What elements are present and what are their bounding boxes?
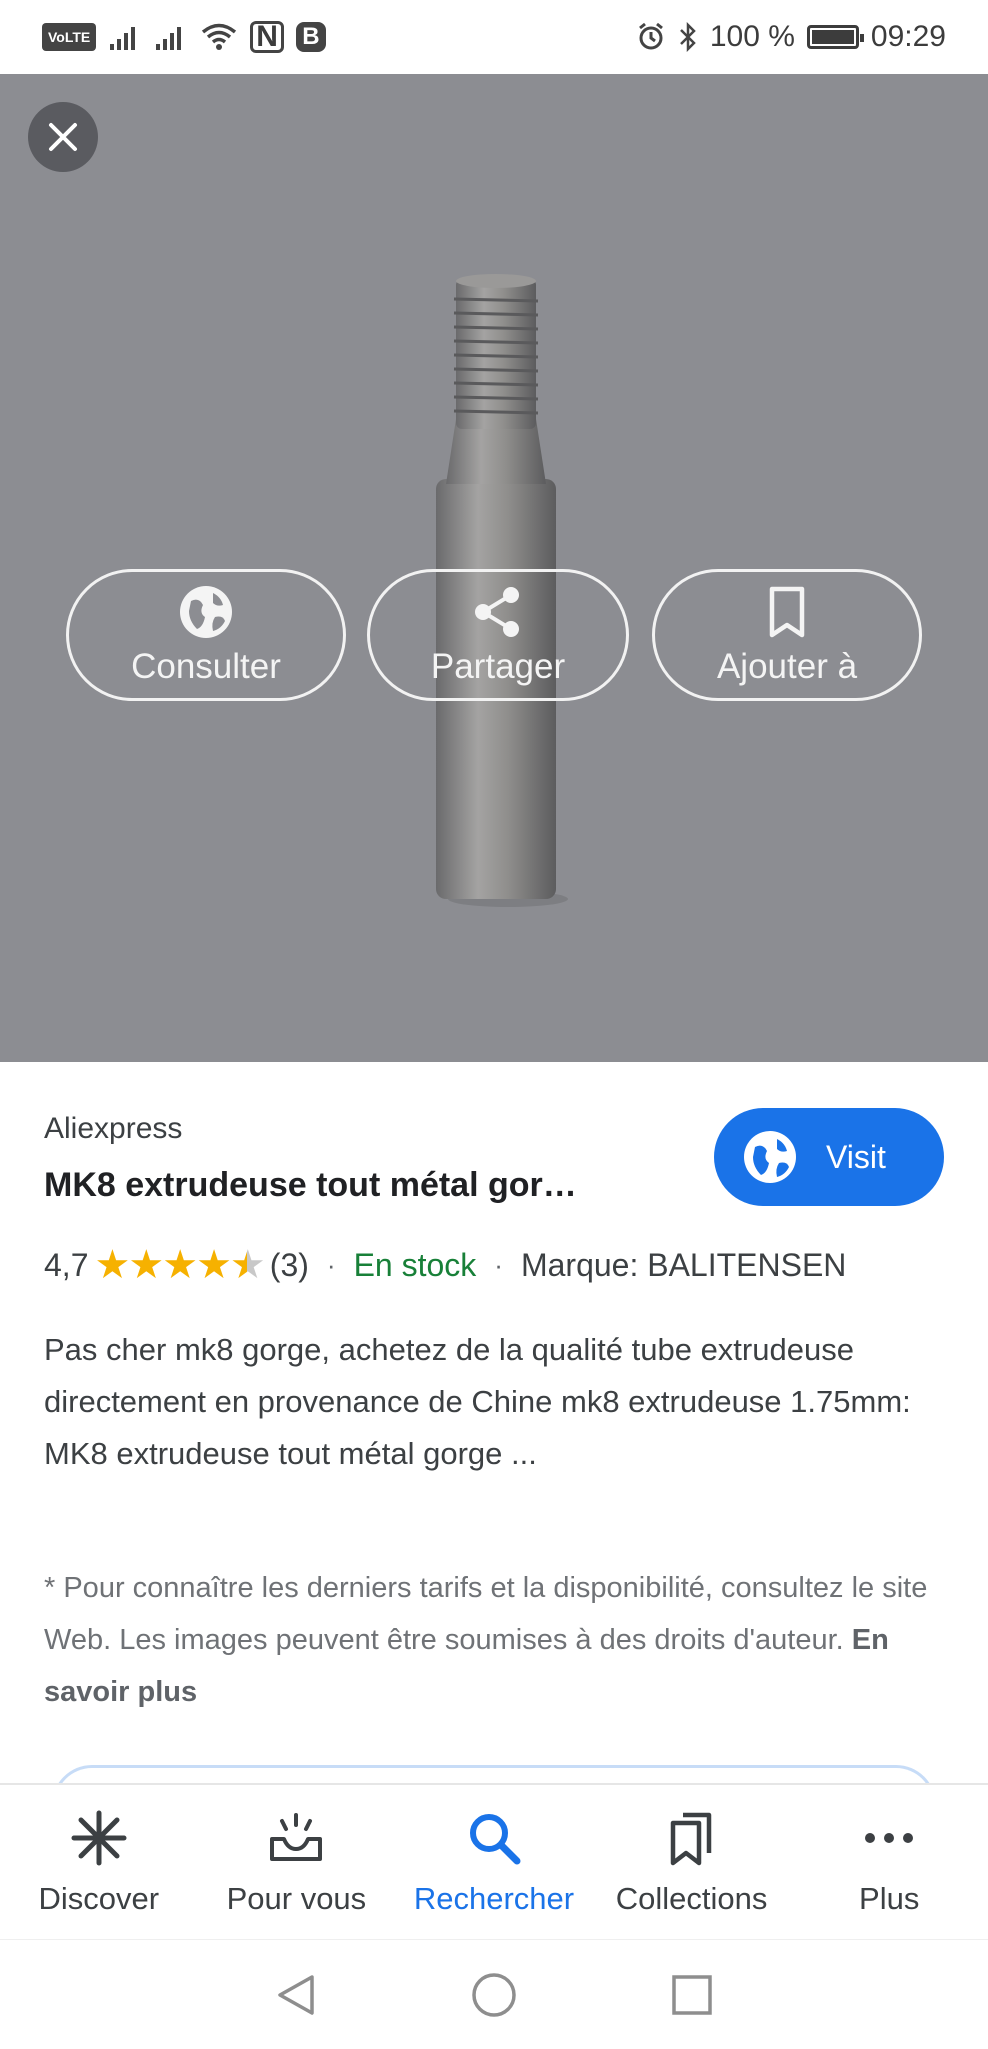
- image-viewer[interactable]: Consulter Partager Ajouter à: [0, 74, 988, 1062]
- nav-rechercher[interactable]: Rechercher: [399, 1809, 589, 1917]
- star-icon: ★: [94, 1243, 130, 1287]
- nav-rechercher-label: Rechercher: [413, 1881, 575, 1916]
- more-icon: [865, 1833, 914, 1843]
- rating-row: 4,7 ★ ★ ★ ★ ★ (3) · En stock · Marque: B…: [44, 1242, 846, 1288]
- bookmark-icon: [769, 586, 805, 638]
- half-star-icon: ★: [229, 1243, 266, 1287]
- system-nav-bar: [0, 1939, 988, 2049]
- review-count: (3): [269, 1246, 309, 1283]
- close-button[interactable]: [28, 102, 98, 172]
- share-icon: [475, 587, 519, 637]
- stock-status: En stock: [353, 1246, 477, 1283]
- volte-icon: VoLTE: [42, 23, 97, 51]
- source-name: Aliexpress: [44, 1112, 183, 1145]
- disclaimer-text: * Pour connaître les derniers tarifs et …: [44, 1572, 928, 1656]
- rating-stars: ★ ★ ★ ★ ★: [94, 1242, 266, 1288]
- partager-button[interactable]: Partager: [367, 569, 629, 701]
- consulter-label: Consulter: [131, 647, 281, 686]
- home-icon[interactable]: [470, 1971, 518, 2019]
- nav-discover-label: Discover: [38, 1881, 160, 1916]
- app-badge-icon: B: [295, 22, 326, 52]
- status-left: VoLTE N B: [42, 21, 326, 53]
- battery-icon: [806, 25, 864, 49]
- recents-icon[interactable]: [668, 1971, 716, 2019]
- alarm-icon: [638, 22, 663, 50]
- disclaimer: * Pour connaître les derniers tarifs et …: [44, 1562, 944, 1718]
- separator: ·: [326, 1249, 336, 1280]
- partager-label: Partager: [430, 647, 566, 686]
- back-icon[interactable]: [272, 1971, 320, 2019]
- nav-plus-label: Plus: [859, 1881, 920, 1916]
- search-icon: [469, 1814, 521, 1865]
- bottom-nav: Discover Pour vous Rechercher Collection…: [0, 1783, 988, 1941]
- signal-icon: [110, 27, 136, 50]
- nfc-icon: N: [250, 21, 284, 53]
- ajouter-button[interactable]: Ajouter à: [652, 569, 922, 701]
- status-bar: VoLTE N B 100 % 09:29: [0, 0, 988, 74]
- brand: Marque: BALITENSEN: [520, 1246, 847, 1283]
- star-icon: ★: [196, 1243, 232, 1287]
- globe-icon: [744, 1131, 796, 1183]
- nav-pour-vous-label: Pour vous: [226, 1881, 367, 1916]
- visit-label: Visit: [826, 1138, 886, 1175]
- wifi-icon: [202, 23, 237, 50]
- separator: ·: [494, 1249, 503, 1280]
- signal-icon-2: [156, 27, 182, 50]
- rating-value: 4,7: [44, 1246, 89, 1283]
- nav-collections-label: Collections: [615, 1881, 768, 1916]
- star-icon: ★: [162, 1243, 198, 1287]
- clock: 09:29: [870, 20, 946, 53]
- discover-icon: [71, 1810, 127, 1866]
- description: Pas cher mk8 gorge, achetez de la qualit…: [44, 1332, 911, 1471]
- close-icon: [49, 123, 77, 151]
- collections-icon: [670, 1812, 711, 1866]
- visit-button[interactable]: Visit: [714, 1108, 944, 1206]
- status-right: 100 % 09:29: [636, 20, 946, 54]
- action-row: Consulter Partager Ajouter à: [0, 569, 988, 705]
- nav-discover[interactable]: Discover: [4, 1809, 194, 1917]
- nav-collections[interactable]: Collections: [597, 1809, 787, 1917]
- consulter-button[interactable]: Consulter: [66, 569, 346, 701]
- star-icon: ★: [128, 1243, 164, 1287]
- inbox-icon: [270, 1813, 323, 1861]
- result-title[interactable]: MK8 extrudeuse tout métal gor…: [44, 1166, 577, 1205]
- nav-plus[interactable]: Plus: [794, 1809, 984, 1917]
- battery-percent: 100 %: [709, 20, 795, 53]
- globe-icon: [180, 586, 232, 638]
- result-info-panel: Aliexpress MK8 extrudeuse tout métal gor…: [0, 1062, 988, 1805]
- bluetooth-icon: [679, 22, 696, 52]
- ajouter-label: Ajouter à: [716, 647, 858, 686]
- nav-pour-vous[interactable]: Pour vous: [201, 1809, 391, 1917]
